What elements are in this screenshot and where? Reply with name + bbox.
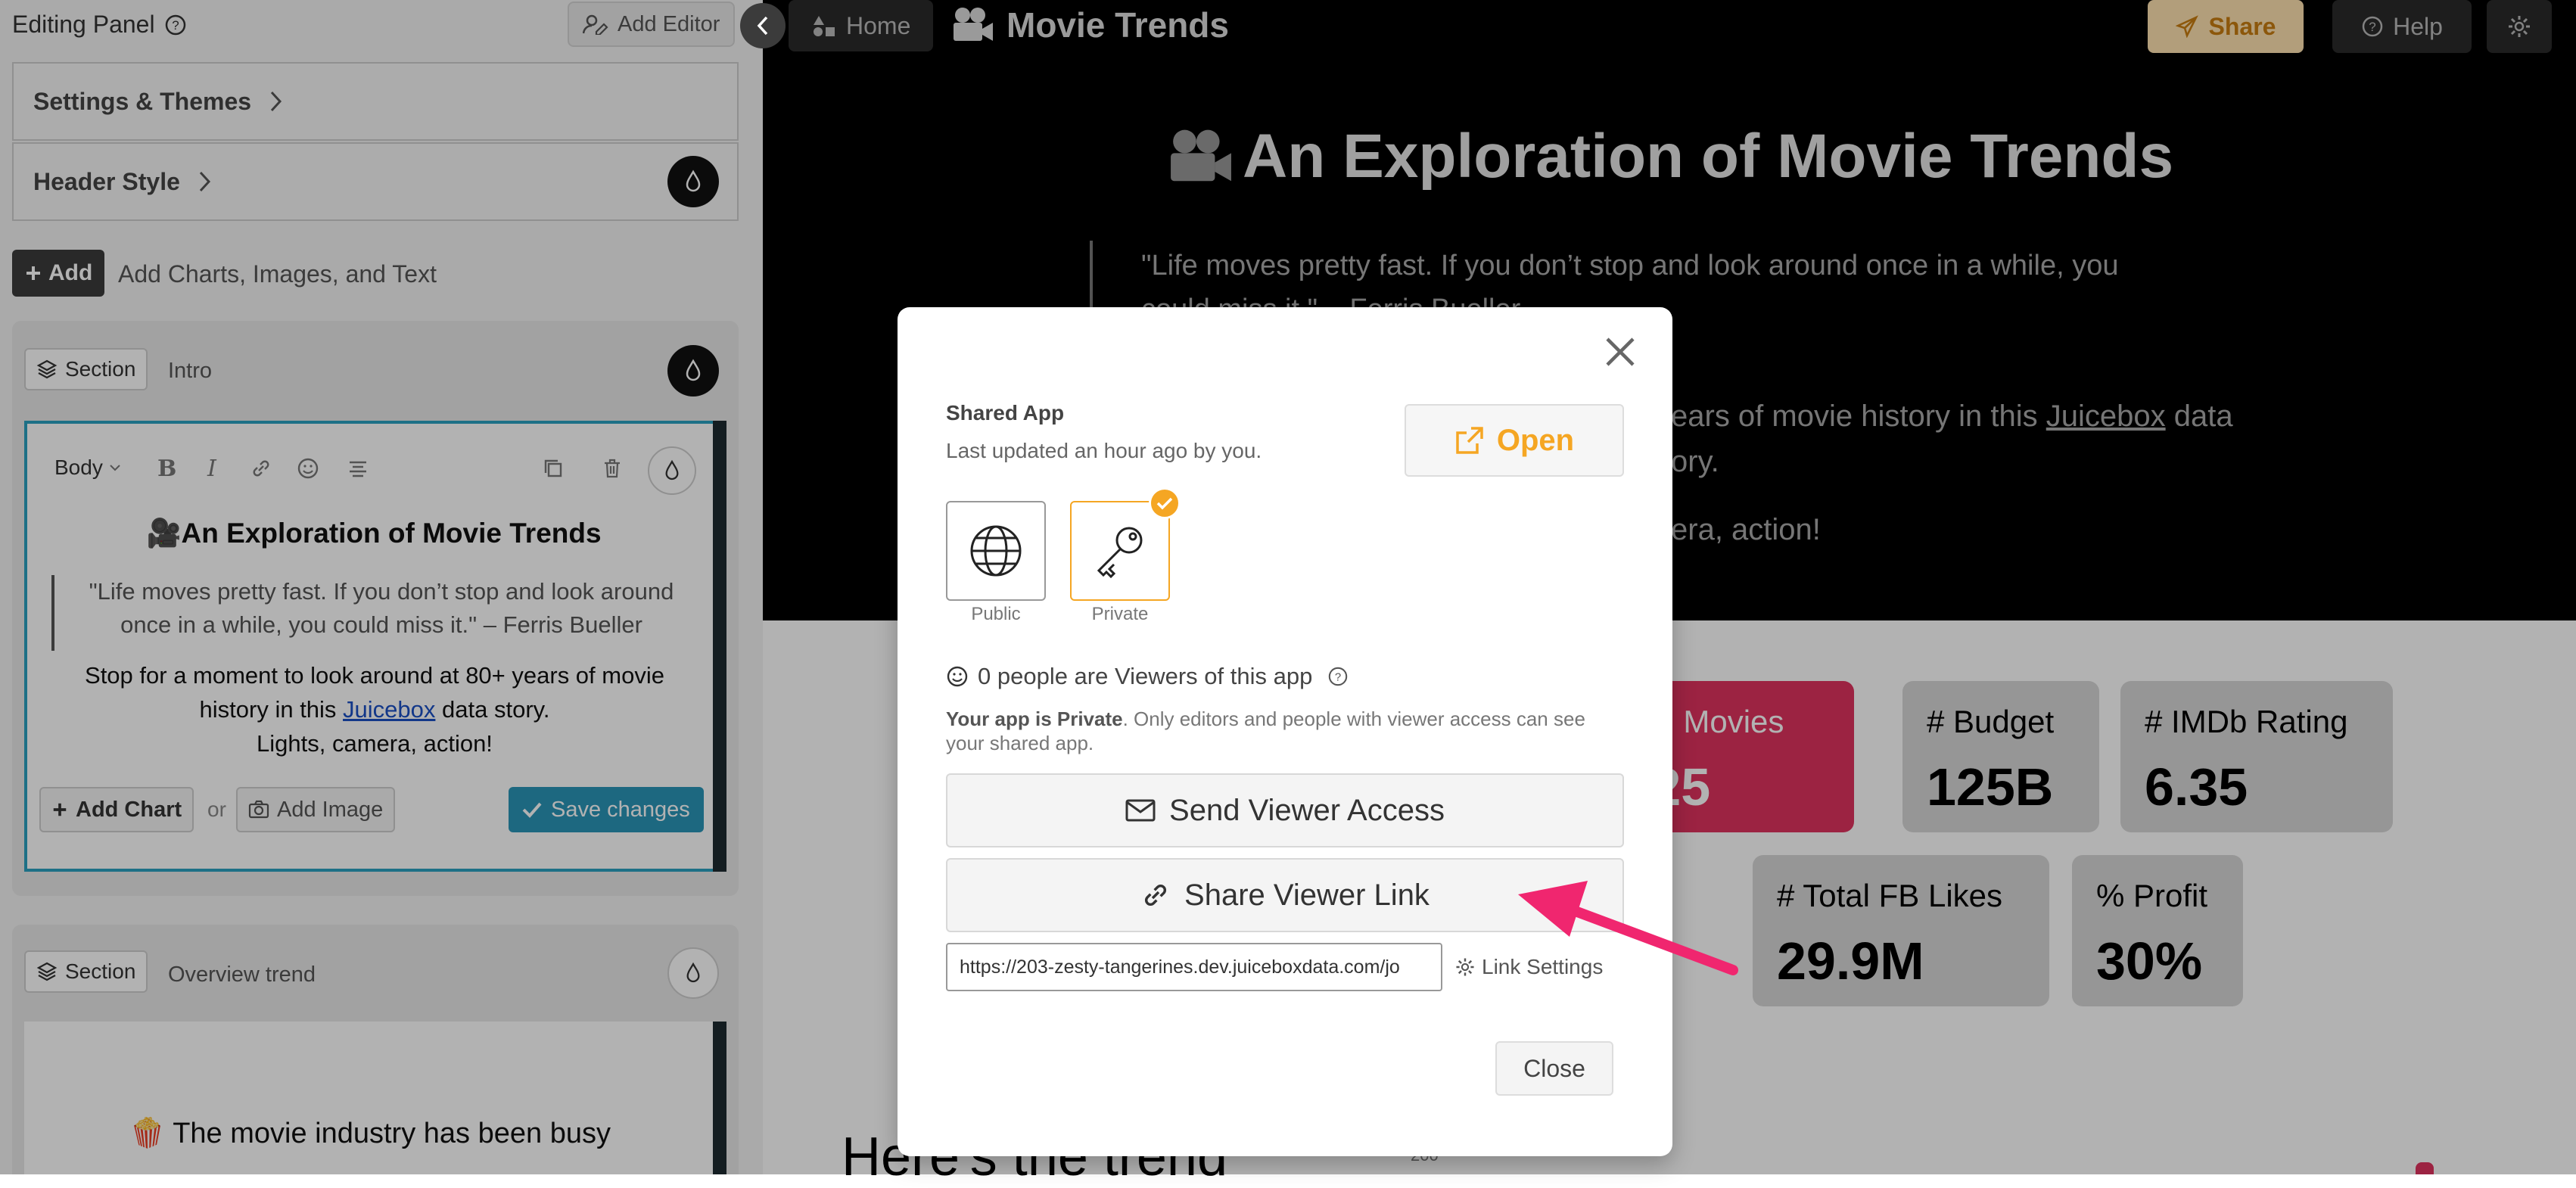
modal-updated: Last updated an hour ago by you.	[946, 439, 1262, 462]
public-option[interactable]	[946, 501, 1046, 601]
smile-icon	[946, 665, 969, 688]
key-icon	[1091, 522, 1149, 580]
globe-icon	[968, 523, 1024, 579]
external-link-icon	[1454, 425, 1485, 456]
privacy-note: Your app is Private. Only editors and pe…	[946, 707, 1612, 755]
share-link-label: Share Viewer Link	[1184, 878, 1430, 912]
close-button[interactable]: Close	[1495, 1041, 1613, 1096]
svg-text:?: ?	[1335, 671, 1341, 684]
envelope-icon	[1125, 798, 1156, 823]
help-circle-icon[interactable]: ?	[1327, 666, 1349, 687]
close-icon[interactable]	[1603, 334, 1638, 369]
open-app-button[interactable]: Open	[1405, 404, 1624, 477]
public-label: Public	[971, 604, 1021, 624]
viewers-row: 0 people are Viewers of this app ?	[946, 663, 1349, 690]
open-label: Open	[1496, 423, 1575, 457]
selected-check-icon	[1149, 487, 1181, 519]
viewers-text: 0 people are Viewers of this app	[978, 663, 1313, 689]
modal-heading: Shared App	[946, 401, 1065, 425]
send-access-label: Send Viewer Access	[1169, 793, 1445, 827]
gear-icon	[1454, 956, 1476, 978]
private-label: Private	[1091, 604, 1149, 624]
viewer-link-input[interactable]: https://203-zesty-tangerines.dev.juicebo…	[946, 943, 1442, 991]
link-icon	[1140, 880, 1171, 910]
share-modal: Shared App Last updated an hour ago by y…	[898, 307, 1672, 1156]
privacy-note-bold: Your app is Private	[946, 708, 1123, 730]
pointer-arrow	[1518, 881, 1738, 975]
collapse-panel-button[interactable]	[740, 3, 786, 48]
chevron-left-icon	[756, 15, 770, 36]
send-viewer-access-button[interactable]: Send Viewer Access	[946, 773, 1624, 847]
